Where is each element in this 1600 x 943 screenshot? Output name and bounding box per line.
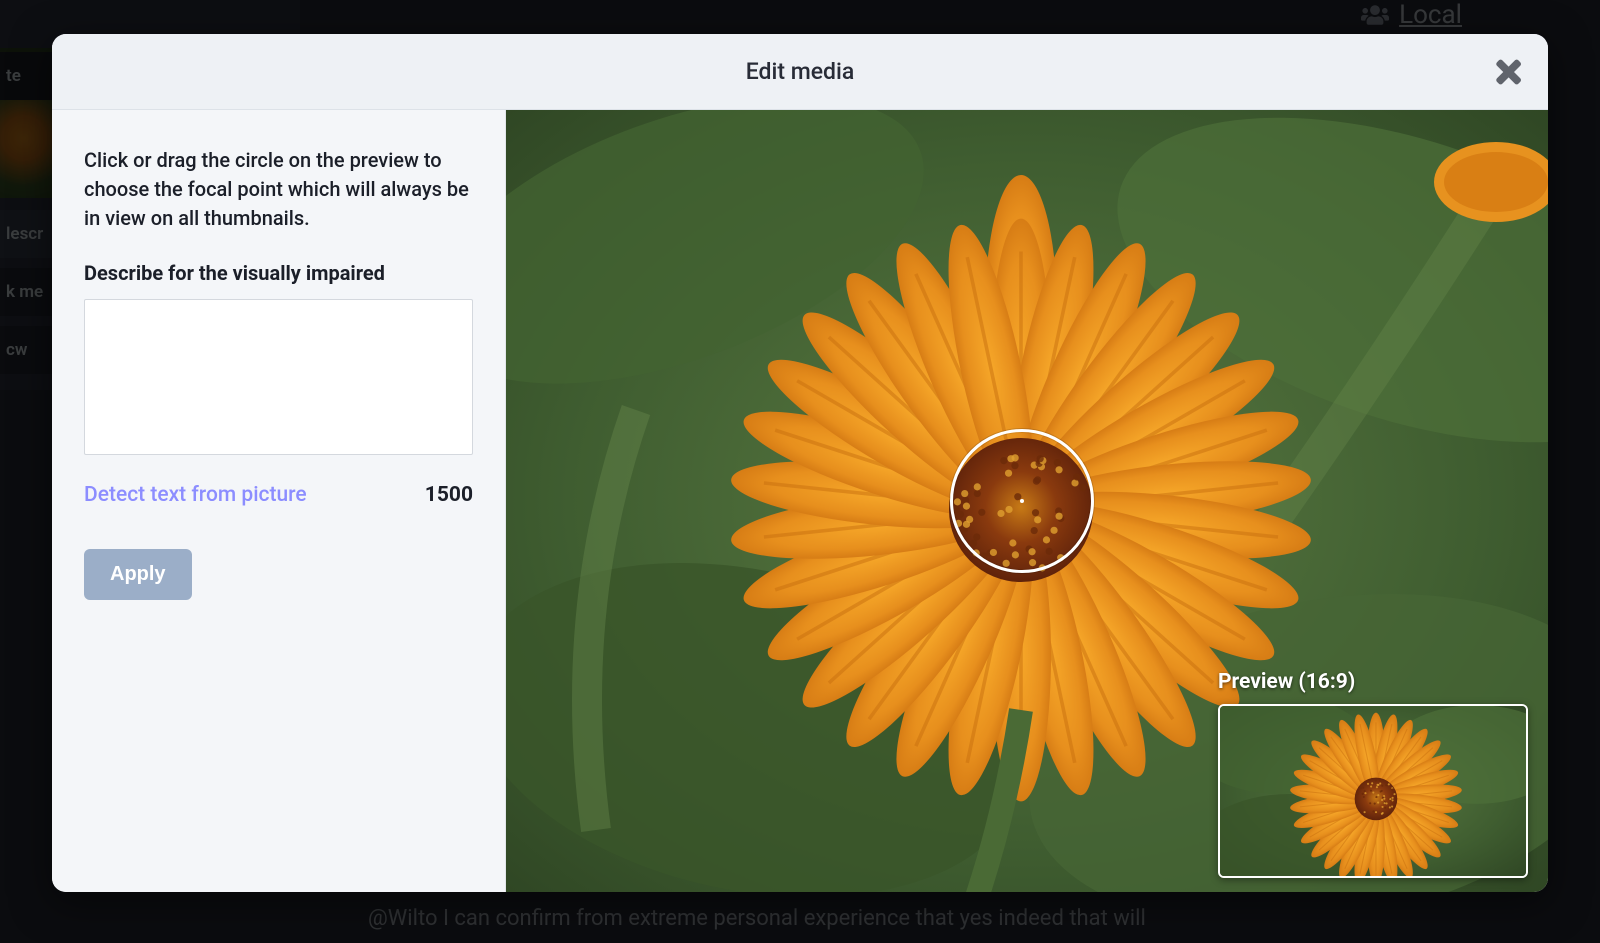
below-textarea-row: Detect text from picture 1500 (84, 483, 473, 507)
modal-title: Edit media (746, 58, 855, 85)
modal-overlay: Edit media Click or drag the circle on t… (0, 0, 1600, 943)
detect-text-link[interactable]: Detect text from picture (84, 483, 307, 507)
left-pane: Click or drag the circle on the preview … (52, 110, 506, 892)
modal-body: Click or drag the circle on the preview … (52, 110, 1548, 892)
preview-block: Preview (16:9) (1218, 670, 1528, 878)
preview-label: Preview (16:9) (1218, 670, 1528, 694)
focal-point-picker[interactable]: Preview (16:9) (506, 110, 1548, 892)
focal-instructions: Click or drag the circle on the preview … (84, 146, 473, 233)
char-counter: 1500 (425, 483, 473, 507)
close-icon (1492, 56, 1524, 88)
alt-text-input[interactable] (84, 299, 473, 455)
edit-media-modal: Edit media Click or drag the circle on t… (52, 34, 1548, 892)
preview-thumbnail (1218, 704, 1528, 878)
modal-header: Edit media (52, 34, 1548, 110)
close-button[interactable] (1492, 56, 1524, 88)
alt-label: Describe for the visually impaired (84, 261, 473, 285)
apply-button[interactable]: Apply (84, 549, 192, 600)
